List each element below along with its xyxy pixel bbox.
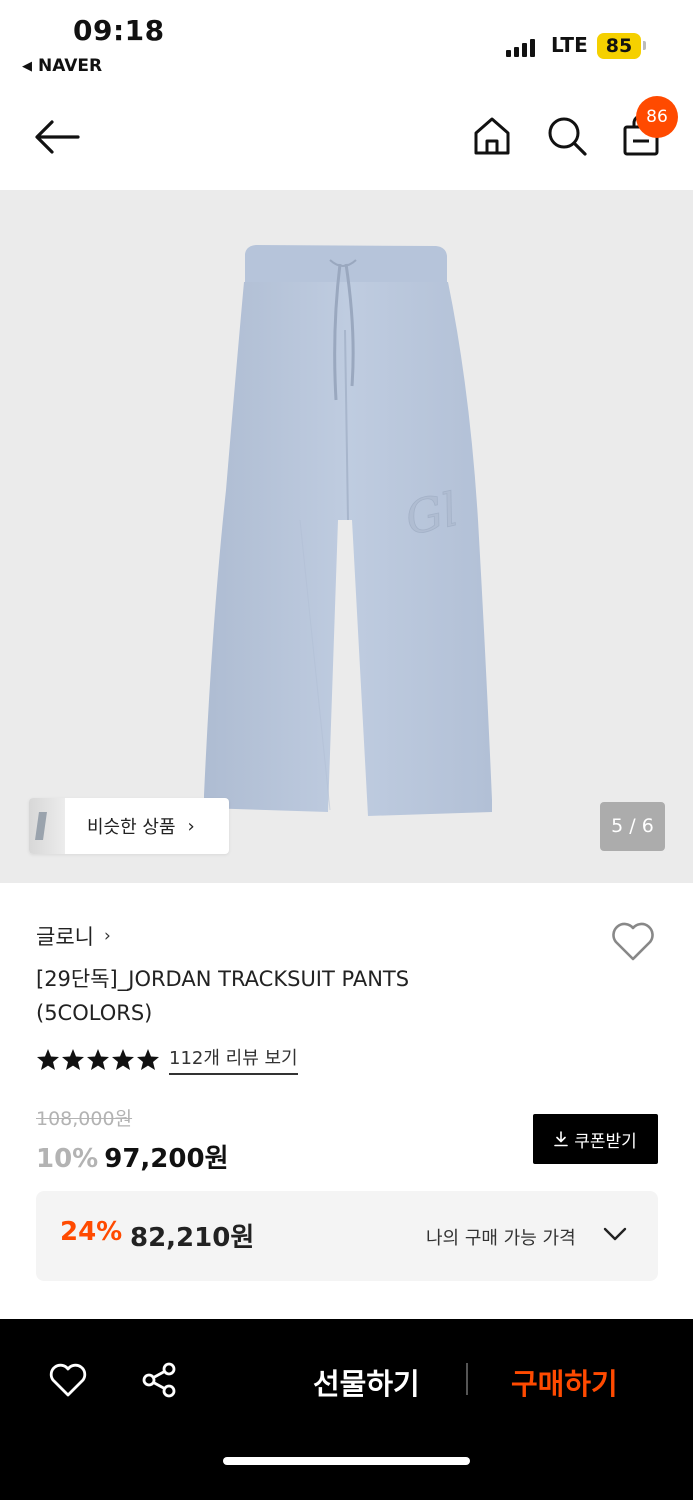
best-price-label: 나의 구매 가능 가격 [426, 1228, 576, 1249]
share-icon[interactable] [140, 1361, 178, 1399]
reviews-link[interactable]: 112개 리뷰 보기 [169, 1044, 298, 1075]
chevron-right-icon: › [187, 815, 195, 837]
star-icon [112, 1049, 134, 1070]
status-bar: 09:18 ◀ NAVER LTE 85 [0, 0, 693, 90]
discount-rate: 10% [36, 1144, 99, 1174]
search-icon[interactable] [546, 115, 588, 157]
star-icon [137, 1049, 159, 1070]
svg-text:Gl: Gl [401, 482, 463, 546]
star-icon [62, 1049, 84, 1070]
top-nav [0, 90, 693, 190]
product-image-gallery[interactable]: Gl 비슷한 상품 › 5 / 6 [0, 190, 693, 883]
cart-count-badge: 86 [636, 96, 678, 138]
brand-name: 글로니 [36, 925, 94, 949]
signal-icon [506, 37, 535, 57]
best-price: 82,210원 [130, 1223, 255, 1253]
product-title-line1: [29단독]_JORDAN TRACKSUIT PANTS [36, 967, 410, 991]
back-app-label: NAVER [38, 56, 103, 76]
coupon-button[interactable]: 쿠폰받기 [533, 1114, 658, 1164]
similar-products-label: 비슷한 상품 [87, 817, 176, 838]
brand-link[interactable]: 글로니 › [36, 921, 111, 951]
product-image: Gl [204, 245, 492, 816]
star-icon [37, 1049, 59, 1070]
similar-product-thumbnail [29, 798, 65, 854]
similar-products-button[interactable]: 비슷한 상품 › [29, 798, 229, 854]
sale-price: 97,200원 [104, 1144, 229, 1174]
buy-button[interactable]: 구매하기 [511, 1361, 618, 1403]
product-title: [29단독]_JORDAN TRACKSUIT PANTS (5COLORS) [36, 962, 556, 1030]
rating-row: 112개 리뷰 보기 [36, 1044, 298, 1075]
divider [466, 1363, 468, 1395]
best-discount-rate: 24% [60, 1217, 123, 1247]
network-label: LTE [551, 33, 588, 57]
my-best-price-panel[interactable]: 24% 82,210원 나의 구매 가능 가격 [36, 1191, 658, 1281]
star-icon [87, 1049, 109, 1070]
home-indicator[interactable] [223, 1457, 470, 1465]
coupon-label: 쿠폰받기 [574, 1131, 637, 1152]
heart-icon[interactable] [48, 1362, 88, 1398]
wishlist-heart-icon[interactable] [610, 920, 656, 962]
chevron-down-icon [603, 1227, 627, 1241]
gift-button[interactable]: 선물하기 [313, 1361, 420, 1403]
download-icon [554, 1131, 569, 1147]
back-arrow-icon[interactable] [34, 118, 80, 156]
image-counter: 5 / 6 [600, 802, 665, 851]
product-title-line2: (5COLORS) [36, 1001, 153, 1025]
back-to-app[interactable]: ◀ NAVER [22, 56, 102, 76]
sale-price-row: 10% 97,200원 [36, 1138, 229, 1175]
battery-icon: 85 [597, 33, 641, 59]
chevron-right-icon: › [103, 926, 111, 946]
home-icon[interactable] [472, 115, 512, 157]
status-time: 09:18 [73, 14, 165, 47]
bottom-action-bar: 선물하기 구매하기 [0, 1319, 693, 1500]
rating-stars [36, 1048, 160, 1071]
original-price: 108,000원 [36, 1108, 133, 1130]
back-triangle-icon: ◀ [22, 58, 32, 74]
battery-tip [643, 41, 646, 50]
